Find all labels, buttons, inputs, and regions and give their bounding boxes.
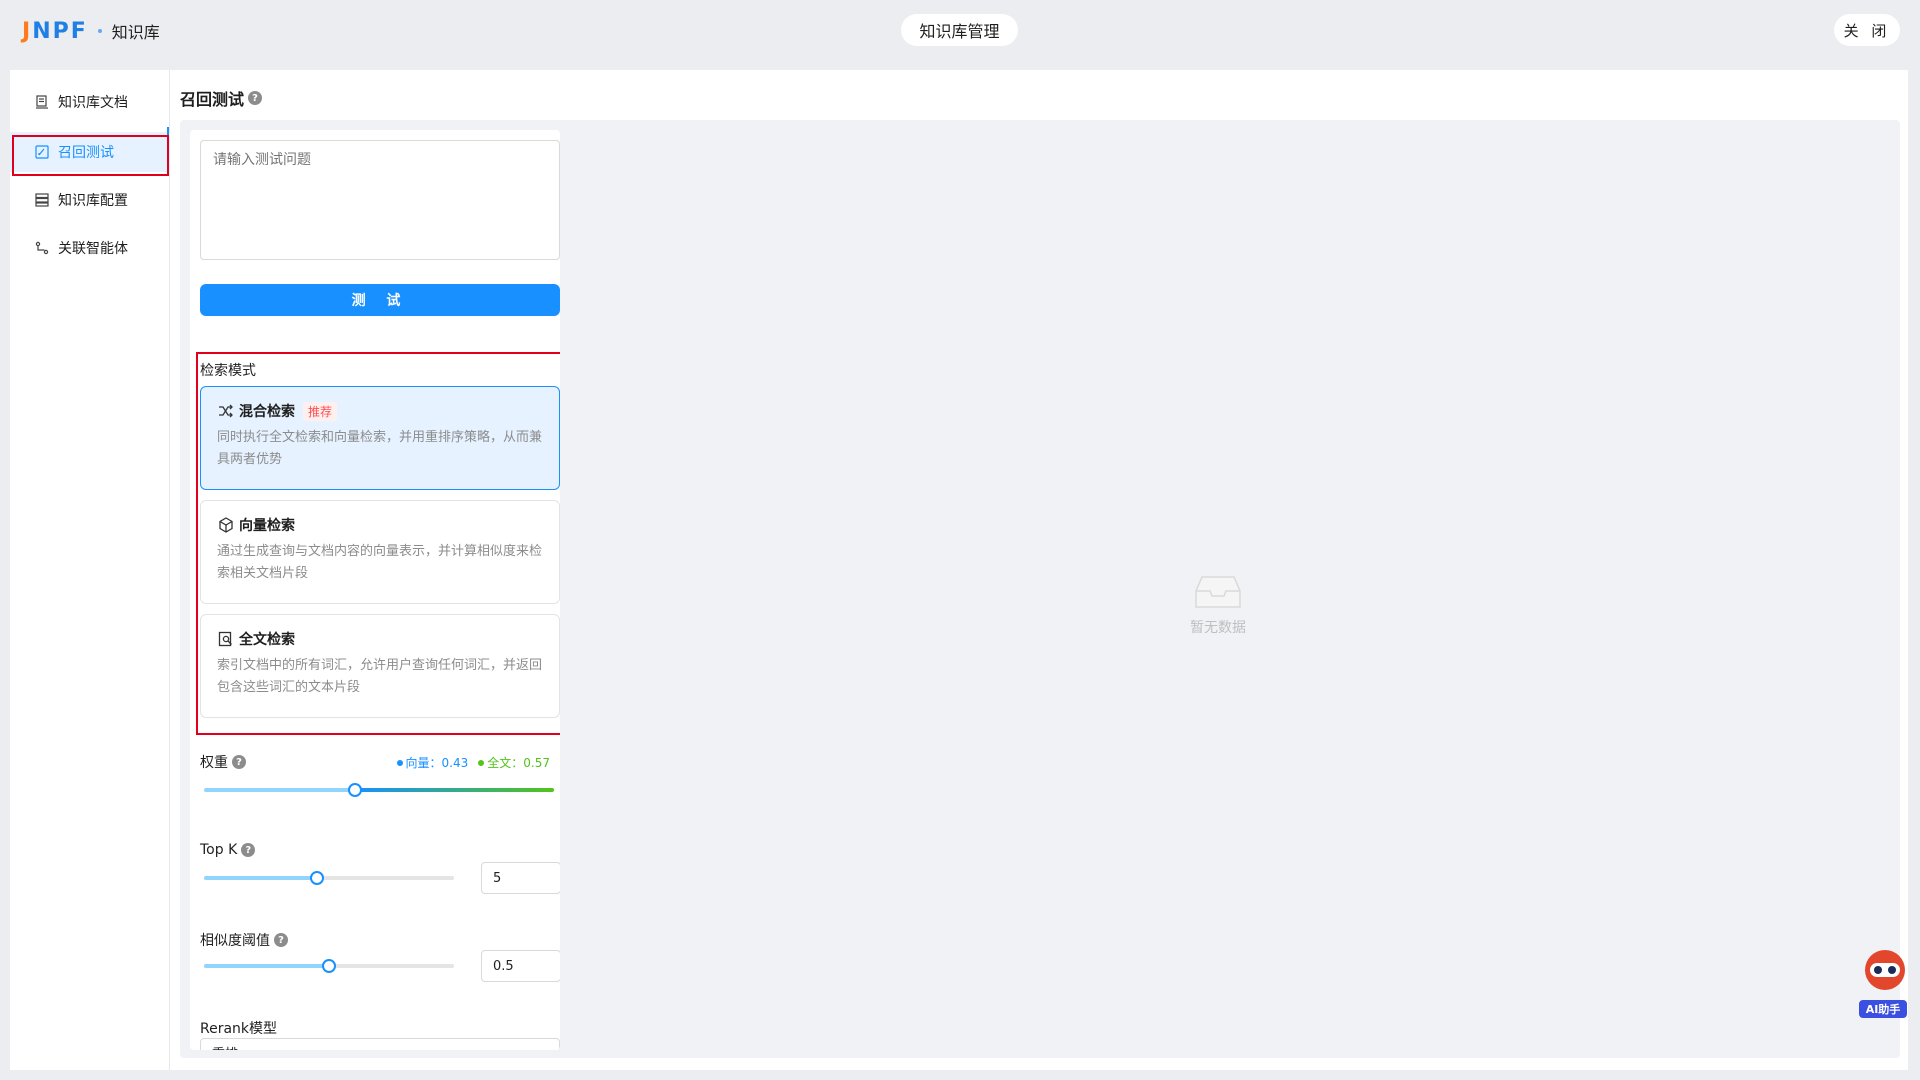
work-area: 测 试 检索模式 混合检索 推荐 同时执行全文检索和向量检索，并用重排序策略，从… bbox=[180, 120, 1900, 1058]
content: 召回测试 ? 测 试 检索模式 混合检索 推荐 同时执行全文检索和向量检索，并用… bbox=[180, 70, 1908, 1070]
database-icon bbox=[34, 192, 50, 208]
mode-title-text: 向量检索 bbox=[239, 518, 295, 534]
recommend-badge: 推荐 bbox=[303, 401, 338, 421]
vector-weight-text: 向量：0.43 bbox=[405, 756, 469, 770]
page-title-text: 召回测试 bbox=[180, 90, 245, 109]
header-title: 知识库管理 bbox=[901, 14, 1018, 46]
cube-icon bbox=[217, 516, 235, 534]
sidebar-item-label: 关联智能体 bbox=[58, 241, 128, 257]
threshold-label: 相似度阈值 ? bbox=[200, 930, 288, 950]
mode-card-fulltext[interactable]: 全文检索 索引文档中的所有词汇，允许用户查询任何词汇，并返回包含这些词汇的文本片… bbox=[200, 614, 560, 718]
sidebar-item-recall-test[interactable]: 召回测试 bbox=[10, 132, 170, 172]
threshold-slider-handle[interactable] bbox=[322, 959, 336, 973]
close-button[interactable]: 关 闭 bbox=[1834, 14, 1900, 46]
mode-description: 通过生成查询与文档内容的向量表示，并计算相似度来检索相关文档片段 bbox=[217, 544, 543, 581]
rerank-value: 重排 bbox=[212, 1047, 238, 1050]
doc-search-icon bbox=[217, 630, 235, 648]
empty-text: 暂无数据 bbox=[1190, 620, 1246, 636]
mode-description: 索引文档中的所有词汇，允许用户查询任何词汇，并返回包含这些词汇的文本片段 bbox=[217, 658, 543, 695]
mode-title-text: 全文检索 bbox=[239, 632, 295, 648]
threshold-input[interactable]: 0.5 bbox=[481, 950, 560, 982]
logo-separator bbox=[97, 29, 102, 33]
test-button[interactable]: 测 试 bbox=[200, 284, 560, 316]
mode-description: 同时执行全文检索和向量检索，并用重排序策略，从而兼具两者优势 bbox=[217, 430, 543, 467]
empty-state: 暂无数据 bbox=[1178, 573, 1258, 637]
link-flow-icon bbox=[34, 240, 50, 256]
document-icon bbox=[34, 94, 50, 110]
empty-inbox-icon bbox=[1195, 576, 1241, 608]
topk-input[interactable]: 5 bbox=[481, 862, 560, 894]
main-container: 知识库文档 召回测试 知识库配置 关联智能体 召回测试 ? 请输入测试问题 测 … bbox=[10, 70, 1908, 1070]
page-title: 召回测试 ? bbox=[180, 86, 263, 110]
sidebar-item-config[interactable]: 知识库配置 bbox=[10, 180, 170, 220]
topk-slider-handle[interactable] bbox=[309, 871, 324, 885]
sidebar-item-label: 召回测试 bbox=[58, 145, 114, 161]
robot-icon bbox=[1865, 950, 1905, 990]
sidebar-item-label: 知识库文档 bbox=[58, 95, 128, 111]
robot-eyes bbox=[1870, 963, 1900, 977]
mode-card-hybrid[interactable]: 混合检索 推荐 同时执行全文检索和向量检索，并用重排序策略，从而兼具两者优势 bbox=[200, 386, 560, 490]
mode-title: 全文检索 bbox=[217, 629, 543, 649]
weight-label: 权重 ? bbox=[200, 752, 246, 772]
help-icon[interactable]: ? bbox=[274, 933, 288, 947]
vector-dot bbox=[396, 759, 403, 766]
fulltext-weight-text: 全文：0.57 bbox=[487, 756, 550, 770]
ai-assistant-label: AI助手 bbox=[1859, 1000, 1907, 1018]
shuffle-icon bbox=[217, 402, 235, 420]
logo-section-label: 知识库 bbox=[111, 23, 160, 42]
weight-slider-track[interactable] bbox=[204, 788, 554, 792]
mode-title: 向量检索 bbox=[217, 515, 543, 535]
topk-slider-fill bbox=[204, 876, 317, 880]
sidebar-scroll-indicator bbox=[167, 127, 169, 149]
sidebar-item-label: 知识库配置 bbox=[58, 193, 128, 209]
help-icon[interactable]: ? bbox=[241, 843, 256, 857]
topk-label-text: Top K bbox=[200, 842, 238, 858]
weight-legend: 向量：0.43 全文：0.57 bbox=[396, 754, 550, 771]
sidebar: 知识库文档 召回测试 知识库配置 关联智能体 bbox=[10, 70, 170, 1070]
sidebar-item-agents[interactable]: 关联智能体 bbox=[10, 228, 170, 268]
test-panel: 测 试 检索模式 混合检索 推荐 同时执行全文检索和向量检索，并用重排序策略，从… bbox=[190, 130, 560, 1050]
mode-title: 混合检索 推荐 bbox=[217, 401, 543, 421]
weight-slider-handle[interactable] bbox=[347, 783, 362, 797]
sidebar-item-documents[interactable]: 知识库文档 bbox=[10, 82, 170, 122]
question-input[interactable] bbox=[200, 140, 560, 260]
edit-icon bbox=[34, 144, 50, 160]
mode-label: 检索模式 bbox=[200, 363, 256, 379]
topk-label: Top K ? bbox=[200, 842, 256, 858]
weight-label-text: 权重 bbox=[200, 755, 228, 771]
help-icon[interactable]: ? bbox=[248, 91, 263, 105]
logo-mark: JNPF bbox=[22, 18, 88, 44]
mode-title-text: 混合检索 bbox=[239, 404, 295, 420]
threshold-slider-fill bbox=[204, 964, 329, 968]
help-icon[interactable]: ? bbox=[232, 755, 246, 769]
rerank-select[interactable]: 重排 ⌄ bbox=[200, 1038, 560, 1050]
threshold-label-text: 相似度阈值 bbox=[200, 933, 270, 949]
top-header: JNPF 知识库 知识库管理 关 闭 bbox=[0, 0, 1920, 62]
logo: JNPF 知识库 bbox=[22, 18, 160, 44]
chevron-down-icon: ⌄ bbox=[539, 1045, 549, 1050]
mode-card-vector[interactable]: 向量检索 通过生成查询与文档内容的向量表示，并计算相似度来检索相关文档片段 bbox=[200, 500, 560, 604]
fulltext-dot bbox=[478, 759, 485, 766]
rerank-label: Rerank模型 bbox=[200, 1021, 278, 1037]
ai-assistant-button[interactable]: AI助手 bbox=[1857, 950, 1909, 1020]
